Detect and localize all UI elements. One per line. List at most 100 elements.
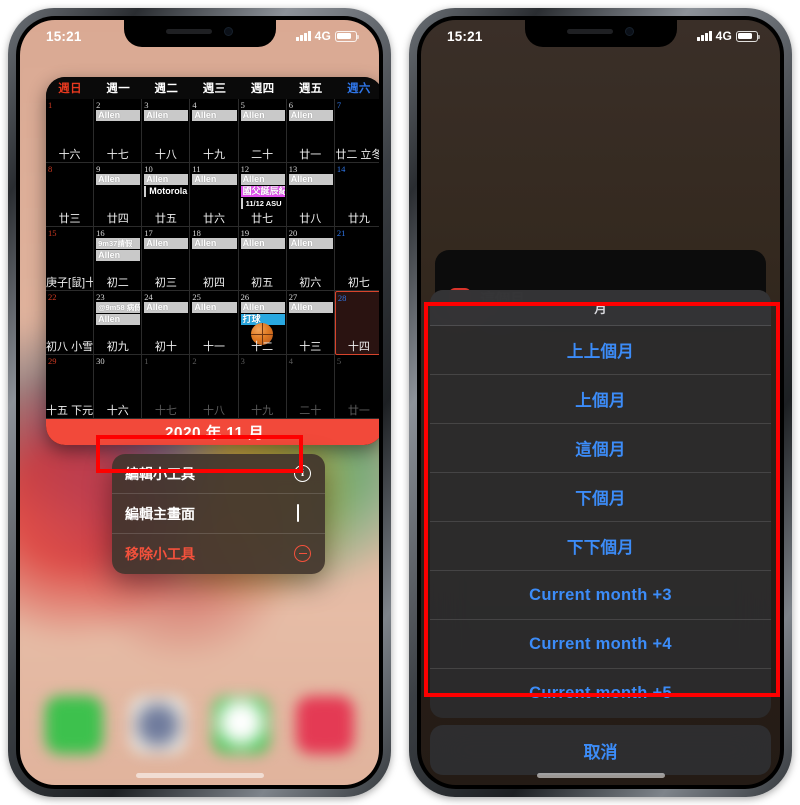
calendar-day-cell[interactable]: 15 庚子[鼠]十 xyxy=(46,227,95,291)
calendar-day-cell[interactable]: 7 廿二 立冬 xyxy=(334,99,379,163)
calendar-lunar-label: 十六 xyxy=(58,149,81,161)
calendar-lunar-label: 初四 xyxy=(202,277,225,289)
calendar-lunar-label: 十八 xyxy=(154,149,177,161)
calendar-day-cell[interactable]: 24 Allen 初十 xyxy=(142,291,191,355)
status-time: 15:21 xyxy=(447,28,483,44)
calendar-weekday-4: 週四 xyxy=(250,83,275,95)
action-sheet-option-6[interactable]: Current month +4 xyxy=(430,620,771,669)
menu-item-remove-widget[interactable]: 移除小工具 xyxy=(112,534,325,574)
front-camera xyxy=(224,27,233,36)
phone-left-bezel: 15:21 4G 週日 週一 週二 週三 週四 週五 週六 1 十六 2 Allen 十七 3 Alle… xyxy=(16,16,383,789)
calendar-lunar-label: 十九 xyxy=(251,405,274,417)
calendar-day-number: 4 xyxy=(192,100,197,110)
dock-app-icon[interactable] xyxy=(212,696,271,754)
calendar-day-cell[interactable]: 22 初八 小雪 xyxy=(46,291,95,355)
calendar-day-cell[interactable]: 2 Allen 十七 xyxy=(94,99,143,163)
calendar-day-cell[interactable]: 27 Allen 十三 xyxy=(286,291,335,355)
menu-item-edit-widget[interactable]: 編輯小工具 i xyxy=(112,454,325,494)
cellular-bars-icon xyxy=(697,31,712,41)
calendar-day-number: 13 xyxy=(288,164,298,174)
action-sheet-options: 上上個月 上個月 這個月 下個月 下下個月 Current month +3 Current… xyxy=(430,326,771,718)
calendar-day-cell[interactable]: 25 Allen 十一 xyxy=(190,291,239,355)
action-sheet-option-5[interactable]: Current month +3 xyxy=(430,571,771,620)
action-sheet-option-0[interactable]: 上上個月 xyxy=(430,326,771,375)
calendar-day-cell[interactable]: 1 十七 xyxy=(142,355,191,419)
phone-left: 15:21 4G 週日 週一 週二 週三 週四 週五 週六 1 十六 2 Allen 十七 3 Alle… xyxy=(8,8,391,797)
calendar-event: Allen xyxy=(192,110,237,121)
calendar-day-cell[interactable]: 19 Allen 初五 xyxy=(238,227,287,291)
calendar-day-cell[interactable]: 14 廿九 xyxy=(334,163,379,227)
home-screen-dock xyxy=(32,679,367,771)
menu-label-edit-widget: 編輯小工具 xyxy=(125,465,195,482)
calendar-day-cell[interactable]: 20 Allen 初六 xyxy=(286,227,335,291)
calendar-day-cell[interactable]: 23 @9m58 病假 Allen 初九 xyxy=(94,291,143,355)
calendar-event: Allen xyxy=(192,302,237,313)
calendar-day-cell[interactable]: 30 十六 xyxy=(94,355,143,419)
calendar-event: Allen xyxy=(144,174,189,185)
action-sheet-option-3[interactable]: 下個月 xyxy=(430,473,771,522)
calendar-day-cell[interactable]: 2 十八 xyxy=(190,355,239,419)
calendar-event: Allen xyxy=(240,174,285,185)
phone-left-screen: 15:21 4G 週日 週一 週二 週三 週四 週五 週六 1 十六 2 Allen 十七 3 Alle… xyxy=(20,20,379,785)
action-sheet-option-2[interactable]: 這個月 xyxy=(430,424,771,473)
calendar-weekday-2: 週二 xyxy=(154,83,179,95)
calendar-day-cell[interactable]: 3 Allen 十八 xyxy=(142,99,191,163)
dock-app-icon[interactable] xyxy=(44,696,103,754)
calendar-day-cell[interactable]: 16 9m37請假 Allen 初二 xyxy=(94,227,143,291)
calendar-event: Allen xyxy=(144,110,189,121)
calendar-day-cell[interactable]: 10 Allen Motorola 廿五 xyxy=(142,163,191,227)
calendar-day-cell[interactable]: 4 二十 xyxy=(286,355,335,419)
cancel-button[interactable]: 取消 xyxy=(430,725,771,775)
calendar-day-cell[interactable]: 13 Allen 廿八 xyxy=(286,163,335,227)
calendar-day-cell[interactable]: 26 Allen 打球 十二 xyxy=(238,291,287,355)
calendar-day-cell[interactable]: 5 Allen 二十 xyxy=(238,99,287,163)
screenshot-canvas: 15:21 4G 週日 週一 週二 週三 週四 週五 週六 1 十六 2 Allen 十七 3 Alle… xyxy=(0,0,800,805)
menu-label-edit-home-screen: 編輯主畫面 xyxy=(125,505,195,522)
calendar-lunar-label: 十七 xyxy=(106,149,129,161)
action-sheet-option-1[interactable]: 上個月 xyxy=(430,375,771,424)
calendar-day-cell[interactable]: 18 Allen 初四 xyxy=(190,227,239,291)
calendar-day-cell[interactable]: 6 Allen 廿一 xyxy=(286,99,335,163)
calendar-day-cell[interactable]: 4 Allen 十九 xyxy=(190,99,239,163)
calendar-day-number: 16 xyxy=(96,228,105,238)
info-circle-icon: i xyxy=(294,464,312,483)
earpiece-speaker xyxy=(567,29,613,34)
calendar-lunar-label: 廿八 xyxy=(299,213,322,225)
action-sheet-option-7[interactable]: Current month +5 xyxy=(430,669,771,718)
calendar-lunar-label: 廿七 xyxy=(251,213,274,225)
dock-app-icon[interactable] xyxy=(128,696,187,754)
calendar-day-cell[interactable]: 1 十六 xyxy=(46,99,95,163)
calendar-day-cell[interactable]: 9 Allen 廿四 xyxy=(94,163,143,227)
calendar-widget[interactable]: 週日 週一 週二 週三 週四 週五 週六 1 十六 2 Allen 十七 3 Allen 十八 4 Allen… xyxy=(46,77,379,445)
dock-app-icon[interactable] xyxy=(296,696,355,754)
action-sheet-title: 月 xyxy=(430,290,771,326)
calendar-day-cell[interactable]: 12 Allen 國父誕辰紀 11/12 ASU 廿七 xyxy=(238,163,287,227)
calendar-day-cell[interactable]: 8 廿三 xyxy=(46,163,95,227)
calendar-lunar-label: 二十 xyxy=(299,405,322,417)
calendar-lunar-label: 廿二 立冬 xyxy=(335,149,379,161)
calendar-day-cell[interactable]: 17 Allen 初三 xyxy=(142,227,191,291)
calendar-day-cell[interactable]: 21 初七 xyxy=(334,227,379,291)
home-indicator[interactable] xyxy=(536,773,665,778)
calendar-day-number: 9 xyxy=(96,164,101,174)
calendar-day-cell[interactable]: 29 十五 下元 xyxy=(46,355,95,419)
calendar-lunar-label: 初五 xyxy=(251,277,274,289)
calendar-day-cell[interactable]: 28 十四 xyxy=(334,291,379,355)
calendar-day-cell[interactable]: 5 廿一 xyxy=(334,355,379,419)
battery-icon xyxy=(736,30,761,42)
calendar-day-number: 17 xyxy=(144,228,153,238)
menu-item-edit-home-screen[interactable]: 編輯主畫面 xyxy=(112,494,325,534)
calendar-event: Allen xyxy=(288,174,333,185)
action-sheet-option-4[interactable]: 下下個月 xyxy=(430,522,771,571)
calendar-day-number: 29 xyxy=(48,356,57,366)
cellular-bars-icon xyxy=(296,31,311,41)
calendar-event: Allen xyxy=(144,302,189,313)
calendar-day-cell[interactable]: 11 Allen 廿六 xyxy=(190,163,239,227)
calendar-day-cell[interactable]: 3 十九 xyxy=(238,355,287,419)
calendar-event: Allen xyxy=(240,302,285,313)
calendar-lunar-label: 廿九 xyxy=(347,213,370,225)
calendar-lunar-label: 十一 xyxy=(202,341,225,353)
calendar-day-number: 3 xyxy=(240,356,245,366)
notch xyxy=(524,20,677,47)
home-indicator[interactable] xyxy=(135,773,264,778)
